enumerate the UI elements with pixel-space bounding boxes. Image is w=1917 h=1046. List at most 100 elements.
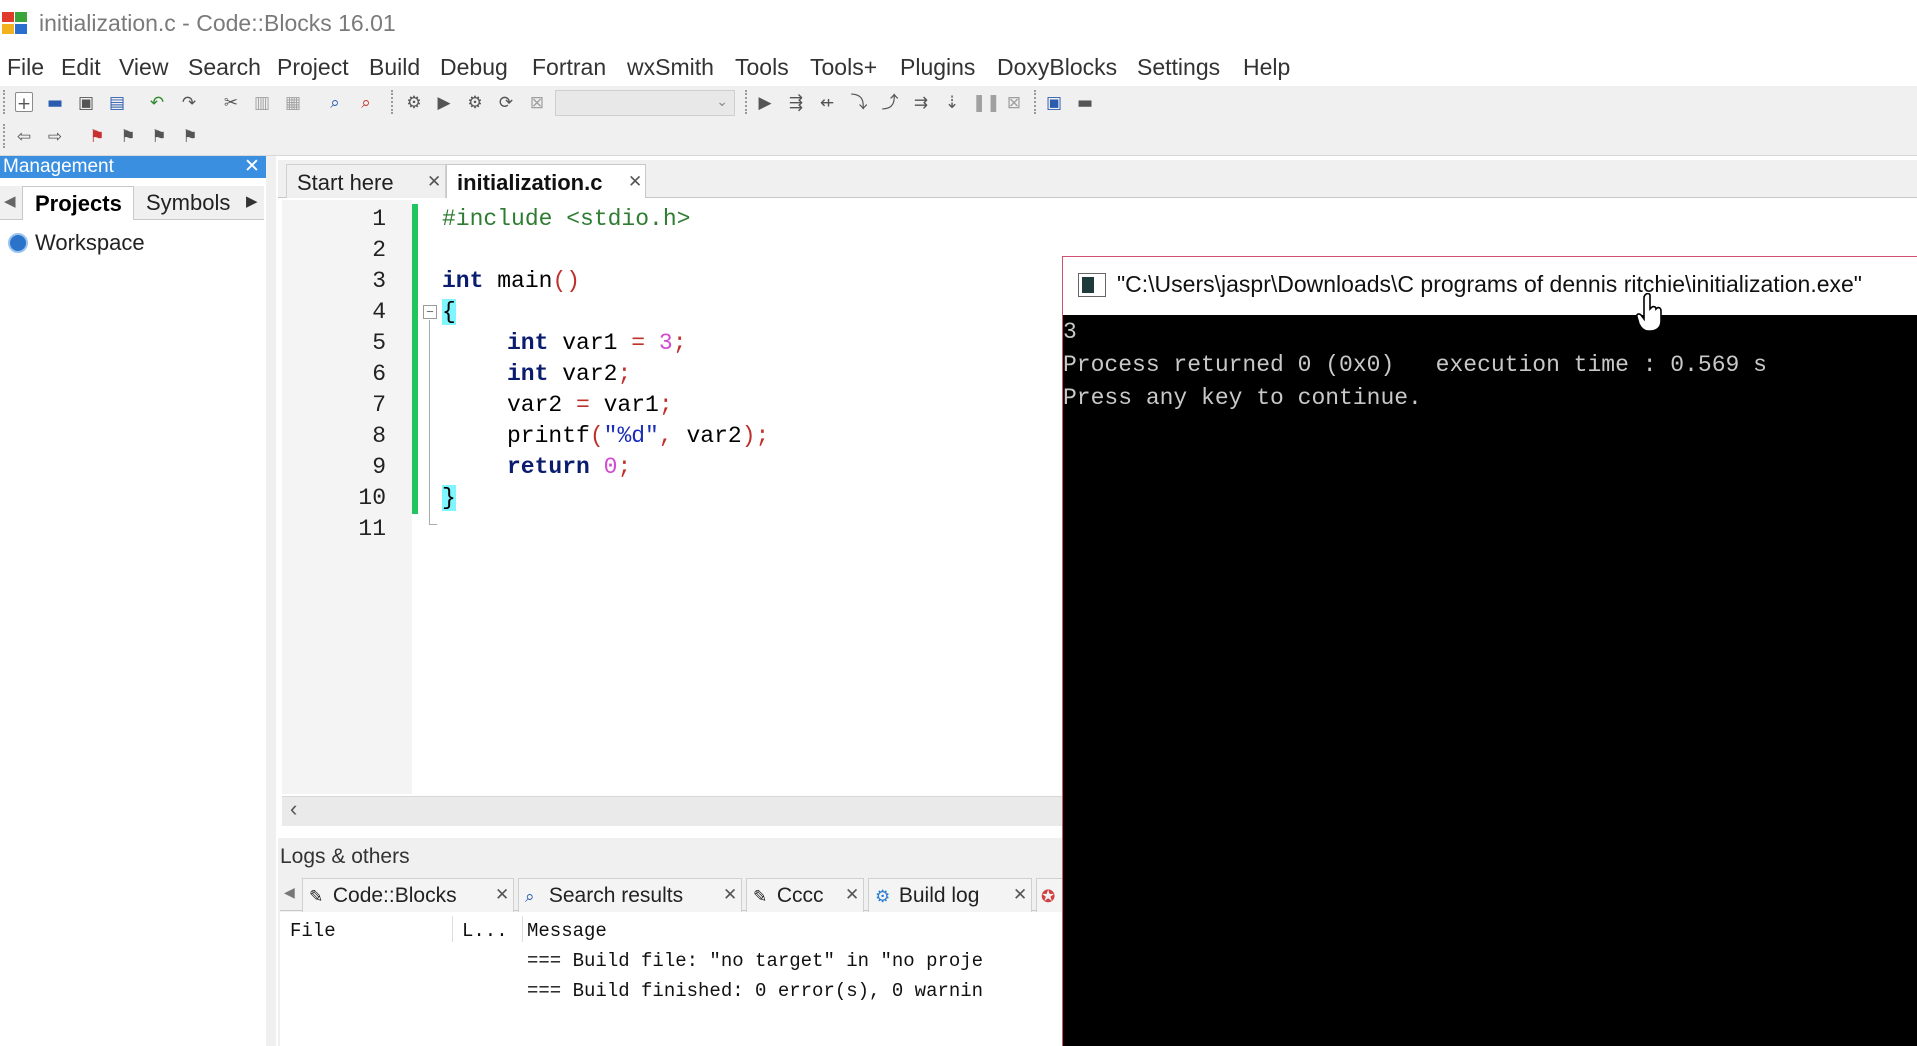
save-icon[interactable]: ▣ — [75, 92, 97, 114]
code-token: int — [507, 361, 549, 387]
search-icon: ⌕ — [525, 887, 535, 907]
menu-tools-plus[interactable]: Tools+ — [810, 54, 877, 81]
toolbar-grip[interactable] — [745, 90, 749, 114]
code-token: 3 — [658, 330, 673, 356]
pause-icon[interactable]: ❚❚ — [972, 92, 1001, 114]
column-header-line[interactable]: L... — [462, 920, 508, 942]
tab-symbols[interactable]: Symbols — [138, 186, 230, 220]
menu-doxyblocks[interactable]: DoxyBlocks — [997, 54, 1117, 81]
replace-icon[interactable]: ⌕ — [355, 92, 377, 114]
tab-cccc[interactable]: ✎ Cccc ✕ — [746, 878, 864, 912]
menu-search[interactable]: Search — [188, 54, 261, 81]
panel-splitter[interactable] — [266, 156, 276, 1046]
hand-cursor-icon — [1636, 293, 1662, 332]
abort-icon[interactable]: ⊠ — [526, 92, 548, 114]
build-run-icon[interactable]: ⚙ — [464, 92, 486, 114]
new-file-icon[interactable]: + — [15, 92, 33, 114]
code-token: printf — [507, 423, 590, 449]
console-output-line: Press any key to continue. — [1063, 385, 1422, 411]
close-icon[interactable]: ✕ — [845, 885, 859, 905]
forward-icon[interactable]: ⇨ — [44, 126, 66, 148]
next-line-icon[interactable]: ⇷ — [816, 92, 838, 114]
line-number: 6 — [372, 361, 386, 387]
back-icon[interactable]: ⇦ — [13, 126, 35, 148]
next-bookmark-icon[interactable]: ⚑ — [148, 126, 170, 148]
menu-help[interactable]: Help — [1243, 54, 1290, 81]
find-icon[interactable]: ⌕ — [324, 92, 346, 114]
menu-plugins[interactable]: Plugins — [900, 54, 975, 81]
toolbar-grip[interactable] — [3, 124, 7, 148]
fold-line — [429, 320, 430, 525]
step-out-icon[interactable]: ⤴ — [879, 92, 901, 114]
cut-icon[interactable]: ✂ — [220, 92, 242, 114]
menu-edit[interactable]: Edit — [61, 54, 101, 81]
toolbar-grip[interactable] — [3, 90, 7, 114]
rebuild-icon[interactable]: ⟳ — [495, 92, 517, 114]
close-icon[interactable]: ✕ — [628, 172, 642, 192]
menu-fortran[interactable]: Fortran — [532, 54, 606, 81]
tab-start-here[interactable]: Start here ✕ — [286, 164, 446, 198]
debug-windows-icon[interactable]: ▣ — [1043, 92, 1065, 114]
clear-bookmarks-icon[interactable]: ⚑ — [179, 126, 201, 148]
column-separator[interactable] — [452, 916, 453, 942]
close-icon[interactable]: ✕ — [723, 885, 737, 905]
window-title: initialization.c - Code::Blocks 16.01 — [39, 10, 396, 36]
menu-project[interactable]: Project — [277, 54, 349, 81]
menu-settings[interactable]: Settings — [1137, 54, 1220, 81]
run-icon[interactable]: ▶ — [433, 92, 455, 114]
column-header-message[interactable]: Message — [527, 920, 607, 942]
line-number: 5 — [372, 330, 386, 356]
column-header-file[interactable]: File — [290, 920, 336, 942]
tab-build-log[interactable]: ⚙ Build log ✕ — [868, 878, 1032, 912]
step-into-icon[interactable]: ⤵ — [848, 92, 870, 114]
prev-bookmark-icon[interactable]: ⚑ — [117, 126, 139, 148]
info-icon[interactable]: ▬ — [1074, 92, 1096, 114]
menu-tools[interactable]: Tools — [735, 54, 789, 81]
build-target-select[interactable]: ⌄ — [555, 90, 735, 116]
run-to-cursor-icon[interactable]: ⇶ — [785, 92, 807, 114]
column-separator[interactable] — [522, 916, 523, 942]
toggle-bookmark-icon[interactable]: ⚑ — [86, 126, 108, 148]
line-number: 11 — [358, 516, 386, 542]
toolbar-grip[interactable] — [391, 90, 395, 114]
paste-icon[interactable]: ▦ — [282, 92, 304, 114]
save-all-icon[interactable]: ▤ — [106, 92, 128, 114]
scroll-left-icon[interactable]: ‹ — [290, 796, 297, 822]
stop-debugger-icon[interactable]: ⊠ — [1003, 92, 1025, 114]
redo-icon[interactable]: ↷ — [178, 92, 200, 114]
copy-icon[interactable]: ▥ — [251, 92, 273, 114]
close-icon[interactable]: ✕ — [1013, 885, 1027, 905]
toolbar-grip[interactable] — [1034, 90, 1038, 114]
code-token: ; — [617, 454, 632, 480]
code-line: var2 = var1; — [507, 392, 673, 418]
open-icon[interactable]: ▬ — [44, 92, 66, 114]
code-line: return 0; — [507, 454, 631, 480]
next-instruction-icon[interactable]: ⇉ — [910, 92, 932, 114]
build-icon[interactable]: ⚙ — [403, 92, 425, 114]
code-token: main — [483, 268, 553, 294]
menu-build[interactable]: Build — [369, 54, 420, 81]
debug-icon[interactable]: ▶ — [754, 92, 776, 114]
tab-scroll-right-icon[interactable]: ▶ — [246, 192, 258, 210]
close-icon[interactable]: ✕ — [427, 172, 441, 192]
menu-wxsmith[interactable]: wxSmith — [627, 54, 714, 81]
undo-icon[interactable]: ↶ — [146, 92, 168, 114]
close-icon[interactable]: ✕ — [244, 156, 260, 178]
menu-view[interactable]: View — [119, 54, 168, 81]
tab-scroll-left-icon[interactable]: ◀ — [284, 884, 295, 901]
tab-scroll-left-icon[interactable]: ◀ — [4, 192, 16, 210]
code-line: int main() — [442, 268, 580, 294]
tree-item-workspace[interactable]: Workspace — [35, 230, 145, 256]
menu-file[interactable]: File — [7, 54, 44, 81]
step-into-instruction-icon[interactable]: ⇣ — [941, 92, 963, 114]
tab-codeblocks-log[interactable]: ✎ Code::Blocks ✕ — [302, 878, 514, 912]
menu-debug[interactable]: Debug — [440, 54, 508, 81]
console-title: "C:\Users\jaspr\Downloads\C programs of … — [1117, 271, 1862, 297]
close-icon[interactable]: ✕ — [495, 885, 509, 905]
fold-toggle-icon[interactable]: − — [423, 305, 437, 319]
code-token: return — [507, 454, 590, 480]
tab-projects[interactable]: Projects — [22, 186, 134, 220]
tab-search-results[interactable]: ⌕ Search results ✕ — [518, 878, 742, 912]
tab-initialization-c[interactable]: initialization.c ✕ — [446, 164, 646, 198]
code-token: } — [442, 485, 456, 511]
